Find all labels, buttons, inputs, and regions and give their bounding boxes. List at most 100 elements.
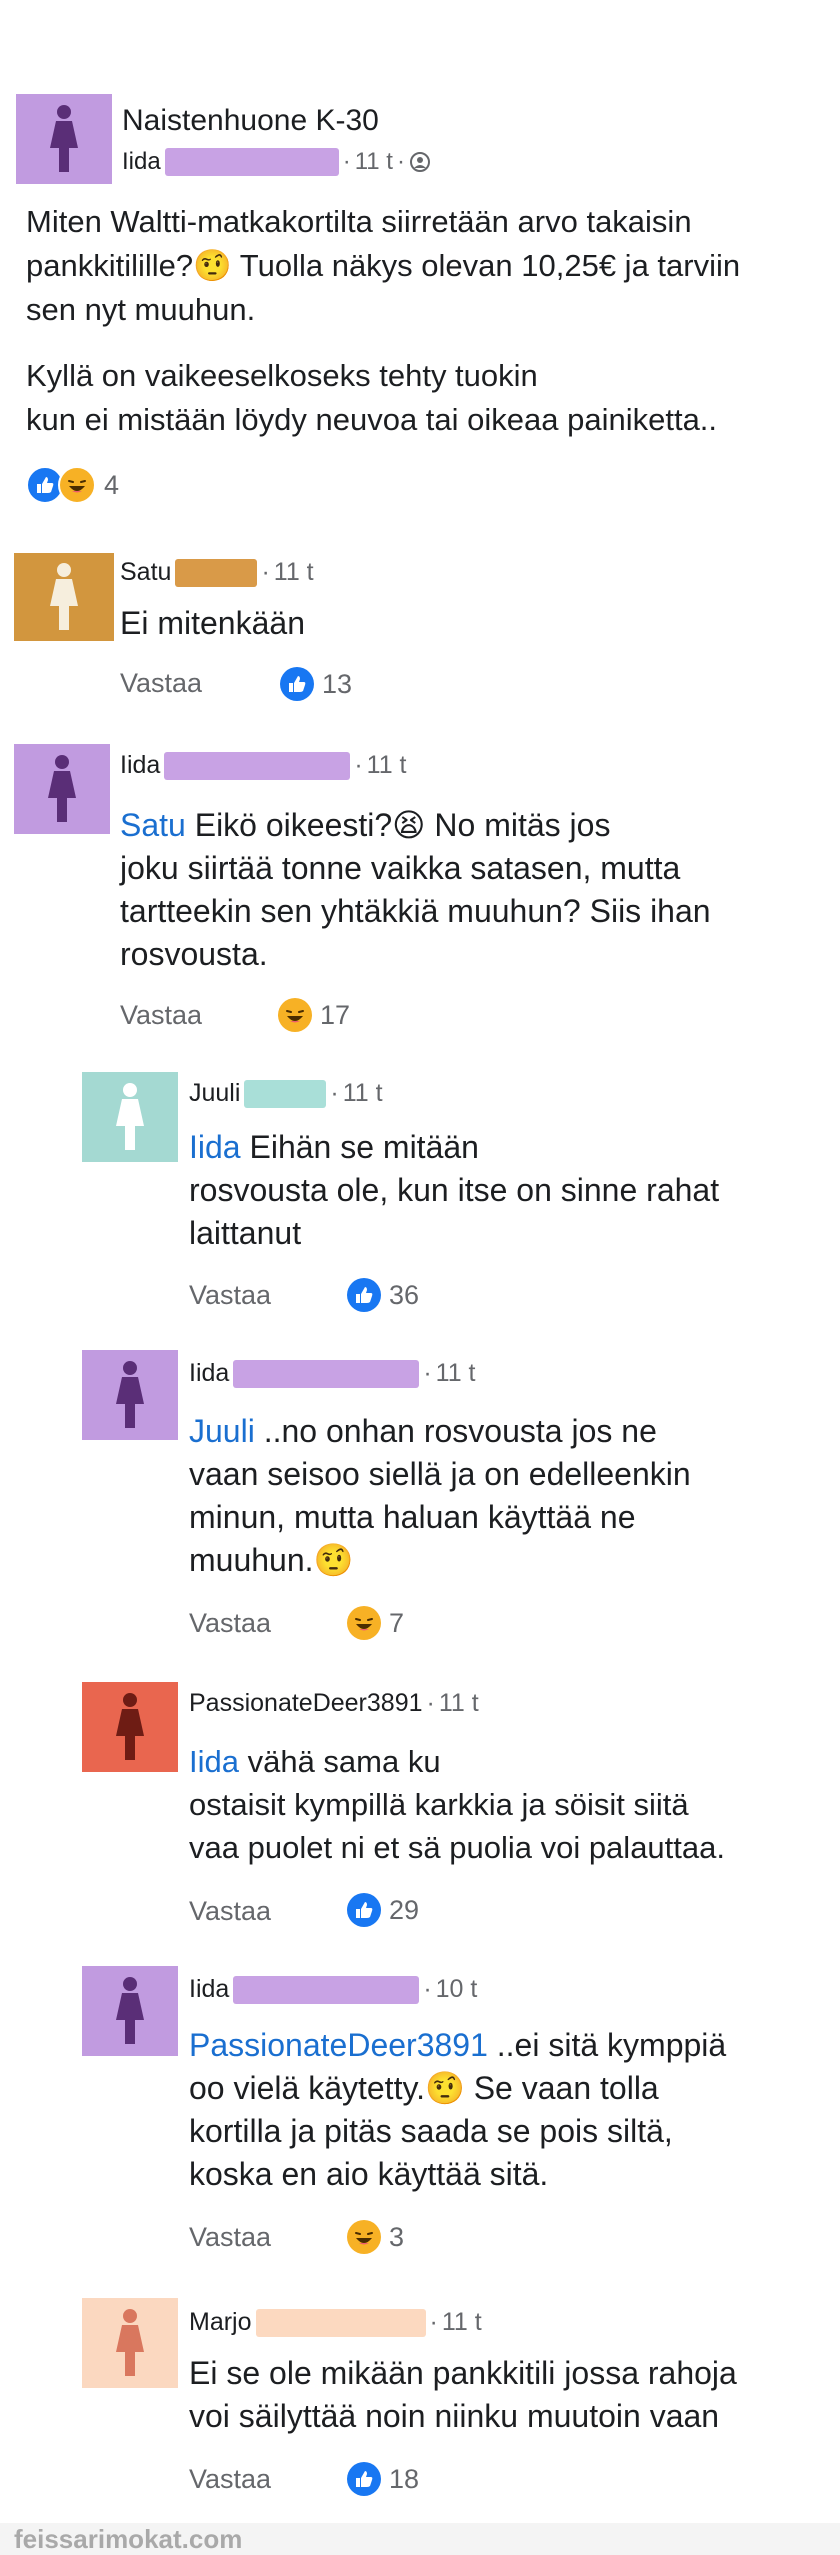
post-time[interactable]: 11 t <box>355 148 393 176</box>
comment-header: Juuli · 11 t <box>189 1079 383 1108</box>
comment-reactions[interactable]: 29 <box>347 1893 419 1927</box>
reaction-count: 3 <box>389 2221 405 2252</box>
post-line: Miten Waltti-matkakortilta siirretään ar… <box>26 204 692 239</box>
woman-figure-icon <box>116 1083 144 1150</box>
redaction-bar <box>175 558 258 587</box>
comment-text: PassionateDeer3891 ..ei sitä kymppiä oo … <box>189 2027 727 2192</box>
redaction-bar <box>233 1975 420 2004</box>
woman-figure-icon <box>116 2309 144 2376</box>
redaction-bar <box>164 751 351 780</box>
post-author[interactable]: Iida <box>122 148 161 176</box>
thumbs-up-icon <box>280 667 314 701</box>
comment-reactions[interactable]: 7 <box>347 1606 404 1640</box>
comment-avatar[interactable] <box>82 1682 178 1772</box>
comment-avatar[interactable] <box>14 553 114 641</box>
comment-header: Iida · 11 t <box>189 1359 476 1388</box>
thumbs-up-icon <box>347 1278 381 1312</box>
comment-author[interactable]: Iida <box>189 1975 229 2004</box>
woman-figure-icon <box>116 1361 144 1428</box>
comment-author[interactable]: PassionateDeer3891 <box>189 1689 423 1718</box>
thumbs-up-icon <box>347 1893 381 1927</box>
watermark: feissarimokat.com <box>14 2524 243 2554</box>
laughing-face-icon <box>347 1606 381 1640</box>
thumbs-up-icon <box>347 2462 381 2496</box>
post-reactions[interactable]: 4 <box>26 466 119 504</box>
comment-header: PassionateDeer3891 · 11 t <box>189 1689 479 1718</box>
comment-text: Iida Eihän se mitään rosvousta ole, kun … <box>189 1129 720 1251</box>
post-body: Miten Waltti-matkakortilta siirretään ar… <box>26 200 826 442</box>
laughing-face-icon <box>278 998 312 1032</box>
comment-avatar[interactable] <box>82 1966 178 2056</box>
reply-button[interactable]: Vastaa <box>120 668 202 699</box>
reaction-count: 18 <box>389 2463 420 2494</box>
comment-time[interactable]: 11 t <box>367 751 407 780</box>
post-line: pankkitilille?🤨 Tuolla näkys olevan 10,2… <box>26 248 741 283</box>
reaction-count: 29 <box>389 1894 420 1925</box>
comment-author[interactable]: Iida <box>120 751 160 780</box>
comment-text: Juuli ..no onhan rosvousta jos ne vaan s… <box>189 1413 691 1578</box>
comment-time[interactable]: 11 t <box>442 2308 482 2337</box>
reply-button[interactable]: Vastaa <box>189 1280 271 1311</box>
comment-avatar[interactable] <box>82 1350 178 1440</box>
group-avatar[interactable] <box>16 94 112 184</box>
redaction-bar <box>244 1079 327 1108</box>
reply-button[interactable]: Vastaa <box>189 2464 271 2495</box>
mention-link[interactable]: Iida <box>189 1744 239 1779</box>
woman-figure-icon <box>116 1977 144 2044</box>
reaction-count: 17 <box>320 999 351 1030</box>
reaction-count: 13 <box>322 668 353 699</box>
comment-time[interactable]: 11 t <box>274 558 314 587</box>
mention-link[interactable]: Iida <box>189 1129 241 1165</box>
reaction-count: 7 <box>389 1607 405 1638</box>
woman-figure-icon <box>50 105 78 172</box>
group-privacy-icon <box>409 151 431 173</box>
post-meta: Iida · 11 t · <box>122 148 431 176</box>
laughing-face-icon <box>347 2220 381 2254</box>
group-name[interactable]: Naistenhuone K-30 <box>122 104 379 138</box>
reply-button[interactable]: Vastaa <box>189 1608 271 1639</box>
woman-figure-icon <box>116 1693 144 1760</box>
comment-time[interactable]: 11 t <box>436 1359 476 1388</box>
reply-button[interactable]: Vastaa <box>189 1896 271 1927</box>
redaction-bar <box>164 148 339 176</box>
comment-text: Ei mitenkään <box>120 605 305 641</box>
comment-reactions[interactable]: 17 <box>278 998 350 1032</box>
comment-reactions[interactable]: 13 <box>280 667 352 701</box>
reaction-count: 36 <box>389 1279 420 1310</box>
comment-time[interactable]: 11 t <box>343 1079 383 1108</box>
comment-text: Satu Eikö oikeesti?😫 No mitäs jos joku s… <box>120 807 711 972</box>
comment-header: Marjo · 11 t <box>189 2308 482 2337</box>
mention-link[interactable]: PassionateDeer3891 <box>189 2027 488 2063</box>
laughing-face-icon <box>58 466 96 504</box>
comment-header: Satu · 11 t <box>120 558 314 587</box>
reply-button[interactable]: Vastaa <box>120 1000 202 1031</box>
reply-button[interactable]: Vastaa <box>189 2222 271 2253</box>
comment-header: Iida · 11 t <box>120 751 407 780</box>
comment-reactions[interactable]: 36 <box>347 1278 419 1312</box>
redaction-bar <box>233 1359 420 1388</box>
mention-link[interactable]: Juuli <box>189 1413 255 1449</box>
comment-avatar[interactable] <box>82 1072 178 1162</box>
comment-author[interactable]: Juuli <box>189 1079 240 1108</box>
comment-text: Ei se ole mikään pankkitili jossa rahoja… <box>189 2355 737 2434</box>
comment-avatar[interactable] <box>14 744 110 834</box>
comment-author[interactable]: Marjo <box>189 2308 252 2337</box>
comment-avatar[interactable] <box>82 2298 178 2388</box>
redaction-bar <box>255 2308 426 2337</box>
post-reaction-count: 4 <box>104 469 120 500</box>
mention-link[interactable]: Satu <box>120 807 186 843</box>
comment-author[interactable]: Satu <box>120 558 171 587</box>
woman-figure-icon <box>48 755 76 822</box>
comment-reactions[interactable]: 3 <box>347 2220 404 2254</box>
comment-text: Iida vähä sama ku ostaisit kympillä kark… <box>189 1744 725 1865</box>
post-line: kun ei mistään löydy neuvoa tai oikeaa p… <box>26 402 718 437</box>
post-line: sen nyt muuhun. <box>26 292 256 327</box>
comment-reactions[interactable]: 18 <box>347 2462 419 2496</box>
raised-eyebrow-emoji: 🤨 <box>193 248 232 283</box>
comment-header: Iida · 10 t <box>189 1975 478 2004</box>
woman-figure-icon <box>50 563 78 630</box>
comment-time[interactable]: 11 t <box>439 1689 479 1718</box>
comment-author[interactable]: Iida <box>189 1359 229 1388</box>
post-line: Kyllä on vaikeeselkoseks tehty tuokin <box>26 358 538 393</box>
comment-time[interactable]: 10 t <box>436 1975 478 2004</box>
